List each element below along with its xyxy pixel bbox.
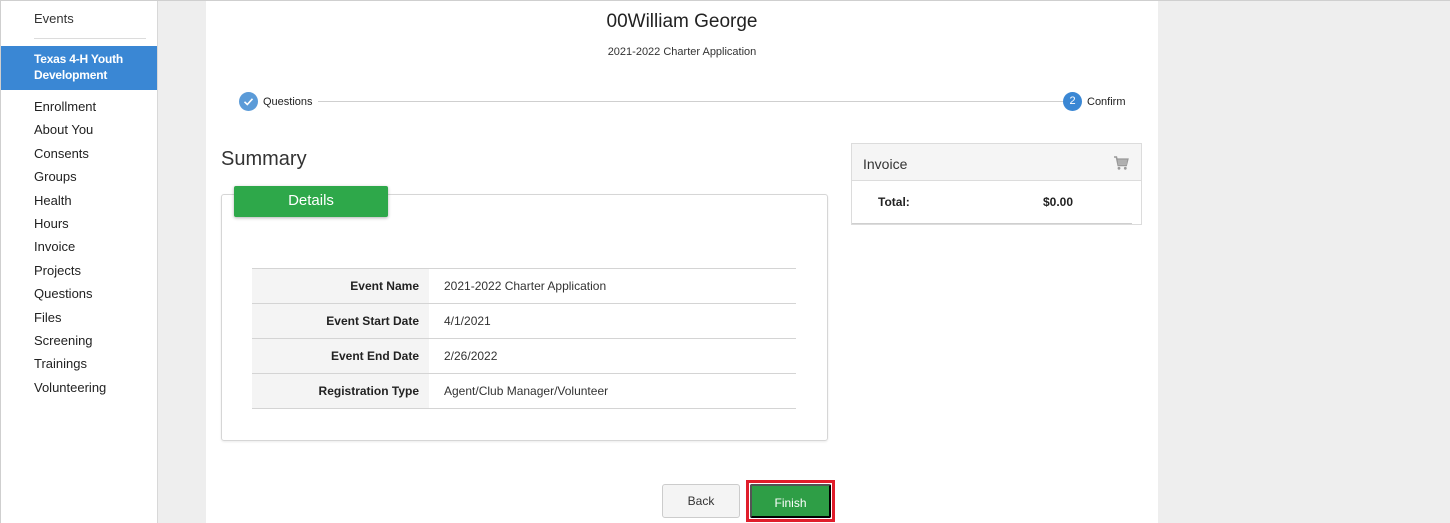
row-label: Registration Type: [252, 373, 429, 409]
cart-icon[interactable]: [1113, 155, 1129, 171]
step-questions-label[interactable]: Questions: [263, 96, 313, 108]
sidebar-item-events[interactable]: Events: [34, 11, 74, 26]
page-subtitle: 2021-2022 Charter Application: [607, 46, 757, 58]
row-value: 2021-2022 Charter Application: [444, 279, 607, 293]
sidebar: Events Texas 4-H Youth Development Enrol…: [1, 1, 158, 523]
details-table: Event Name 2021-2022 Charter Application…: [252, 268, 796, 409]
left-gutter: [158, 1, 206, 523]
invoice-panel: Invoice Total: $0.00: [851, 143, 1142, 225]
sidebar-item-volunteering[interactable]: Volunteering: [34, 380, 106, 403]
step-confirm-label: Confirm: [1087, 96, 1126, 108]
sidebar-item-consents[interactable]: Consents: [34, 146, 106, 169]
sidebar-item-trainings[interactable]: Trainings: [34, 356, 106, 379]
table-row: Registration Type Agent/Club Manager/Vol…: [252, 373, 796, 409]
finish-button[interactable]: Finish: [750, 484, 831, 518]
invoice-total-label: Total:: [878, 195, 910, 209]
invoice-title: Invoice: [863, 156, 908, 172]
row-label: Event Start Date: [252, 303, 429, 339]
summary-heading: Summary: [221, 148, 307, 170]
sidebar-item-enrollment[interactable]: Enrollment: [34, 99, 106, 122]
row-label: Event Name: [252, 268, 429, 304]
back-button[interactable]: Back: [662, 484, 740, 518]
sidebar-item-questions[interactable]: Questions: [34, 286, 106, 309]
table-row: Event End Date 2/26/2022: [252, 338, 796, 374]
invoice-divider: [852, 223, 1132, 224]
sidebar-item-health[interactable]: Health: [34, 193, 106, 216]
row-label: Event End Date: [252, 338, 429, 374]
right-gutter: [1158, 1, 1450, 523]
sidebar-item-hours[interactable]: Hours: [34, 216, 106, 239]
main-content: 00William George 2021-2022 Charter Appli…: [206, 1, 1158, 523]
invoice-total-row: Total: $0.00: [852, 181, 1141, 221]
row-value: Agent/Club Manager/Volunteer: [444, 384, 609, 398]
sidebar-item-projects[interactable]: Projects: [34, 263, 106, 286]
row-value: 2/26/2022: [444, 349, 498, 363]
table-row: Event Name 2021-2022 Charter Application: [252, 268, 796, 304]
check-icon[interactable]: [239, 92, 258, 111]
stepper-line: [318, 101, 1068, 102]
sidebar-item-groups[interactable]: Groups: [34, 169, 106, 192]
details-tab: Details: [234, 186, 388, 217]
sidebar-item-screening[interactable]: Screening: [34, 333, 106, 356]
sidebar-item-about-you[interactable]: About You: [34, 122, 106, 145]
sidebar-item-files[interactable]: Files: [34, 310, 106, 333]
sidebar-nav-list: Enrollment About You Consents Groups Hea…: [34, 99, 106, 403]
sidebar-divider: [34, 38, 146, 39]
page-title: 00William George: [606, 11, 758, 32]
row-value: 4/1/2021: [444, 314, 491, 328]
step-confirm-number: 2: [1063, 92, 1082, 111]
sidebar-item-active[interactable]: Texas 4-H Youth Development: [1, 46, 157, 90]
sidebar-item-invoice[interactable]: Invoice: [34, 239, 106, 262]
invoice-header: Invoice: [852, 144, 1141, 181]
table-row: Event Start Date 4/1/2021: [252, 303, 796, 339]
invoice-total-value: $0.00: [1043, 195, 1074, 209]
